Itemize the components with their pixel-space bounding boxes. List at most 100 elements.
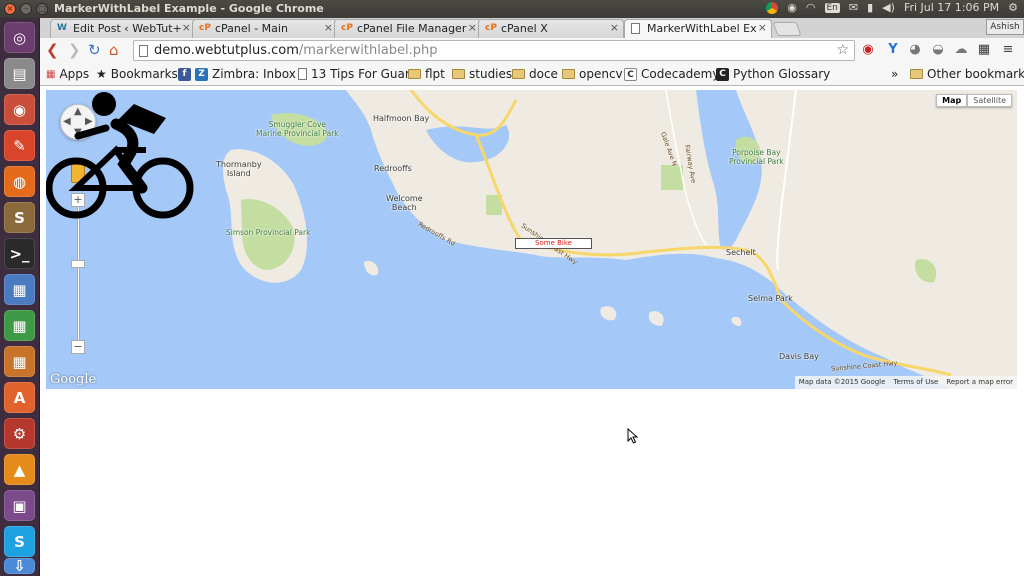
zoom-out-button[interactable]: − [71,340,85,354]
mail-icon[interactable]: ✉ [849,1,858,14]
keyboard-layout-indicator[interactable]: En [824,2,840,13]
home-icon[interactable]: ⌂ [109,42,119,58]
new-tab-button[interactable] [772,22,802,36]
zoom-slider-thumb[interactable] [71,260,85,268]
chrome-icon[interactable]: ◉ [4,94,35,125]
ubuntu-dash-icon[interactable]: ◎ [4,22,35,53]
software-center-icon[interactable]: A [4,382,35,413]
y-extension-icon[interactable]: Y [885,42,901,58]
workspace-icon[interactable]: ▣ [4,490,35,521]
page-icon [298,68,307,80]
bookmark-label: 13 Tips For Guara [311,67,418,81]
tab-strip: W Edit Post ‹ WebTut+ × cP cPanel - Main… [40,18,1024,38]
globe-extension-icon[interactable]: ◕ [907,42,923,58]
bookmarks-overflow-button[interactable]: » [891,67,898,81]
close-icon[interactable]: × [182,21,191,34]
tab-markerwithlabel[interactable]: MarkerWithLabel Ex × [624,19,772,38]
island [731,316,742,326]
cpanel-icon: cP [341,23,353,33]
tab-cpanel-x[interactable]: cP cPanel X × [478,19,624,38]
google-map[interactable]: Halfmoon Bay Smuggler Cove Marine Provin… [46,90,1017,389]
sublime-icon[interactable]: S [4,202,35,233]
browser-window: W Edit Post ‹ WebTut+ × cP cPanel - Main… [40,18,1024,86]
settings-icon[interactable]: ⚙ [4,418,35,449]
bookmark-doce[interactable]: doce [512,67,558,81]
bookmark-label: Codecademy [641,67,720,81]
cloud-extension-icon[interactable]: ☁ [953,42,969,58]
gear-icon[interactable]: ⚙ [1008,1,1018,14]
codecademy-icon: C [624,67,637,81]
map-type-map-button[interactable]: Map [936,94,968,107]
vlc-icon[interactable]: ▲ [4,454,35,485]
close-icon[interactable]: × [758,21,767,34]
bicycle-marker-icon[interactable] [46,90,198,220]
tab-label: cPanel - Main [215,22,288,35]
bookmark-13-tips[interactable]: 13 Tips For Guara [298,67,417,81]
window-maximize-button[interactable]: □ [36,3,48,15]
bookmark-label: doce [529,67,558,81]
cpanel-icon: cP [199,23,211,33]
alien-extension-icon[interactable]: ◒ [930,42,946,58]
terms-of-use-link[interactable]: Terms of Use [893,378,938,387]
bookmark-star-icon[interactable]: ☆ [836,42,849,58]
bookmark-label: opencv [579,67,623,81]
downloads-icon[interactable]: ⇩ [4,557,35,575]
bookmark-zimbra[interactable]: f Z Zimbra: Inbox [178,67,296,81]
report-map-error-link[interactable]: Report a map error [946,378,1013,387]
map-type-satellite-button[interactable]: Satellite [967,94,1012,107]
forward-button[interactable]: ❯ [68,42,81,58]
bookmark-codecademy[interactable]: C Codecademy [624,67,719,81]
wifi-icon[interactable]: ◠ [806,1,816,14]
close-icon[interactable]: × [324,21,333,34]
tab-cpanel-main[interactable]: cP cPanel - Main × [192,19,338,38]
volume-icon[interactable]: ◀) [882,1,895,14]
tab-label: Edit Post ‹ WebTut+ [73,22,182,35]
close-icon[interactable]: × [610,21,619,34]
bookmark-studies[interactable]: studies [452,67,512,81]
window-minimize-button[interactable]: – [20,3,32,15]
close-icon[interactable]: × [468,21,477,34]
park-area [661,165,683,190]
chrome-tray-icon[interactable] [766,1,779,14]
tab-edit-post[interactable]: W Edit Post ‹ WebTut+ × [50,19,196,38]
tab-label: cPanel X [501,22,548,35]
battery-icon[interactable]: ▮ [867,1,873,14]
other-bookmarks[interactable]: Other bookmarks [910,67,1024,81]
bookmark-flpt[interactable]: flpt [408,67,445,81]
impress-icon[interactable]: ▦ [4,346,35,377]
gedit-icon[interactable]: ✎ [4,130,35,161]
bookmark-label: Apps [59,67,90,81]
window-close-button[interactable]: × [4,3,16,15]
bookmark-bookmarks[interactable]: ★ Bookmarks [96,67,178,81]
bookmark-opencv[interactable]: opencv [562,67,623,81]
calc-icon[interactable]: ▦ [4,310,35,341]
mouse-cursor-icon [627,428,639,444]
label-sechelt: Sechelt [726,248,756,257]
opera-extension-icon[interactable]: ◉ [860,42,876,58]
label-smuggler-cove: Smuggler Cove Marine Provincial Park [256,120,339,138]
writer-icon[interactable]: ▦ [4,274,35,305]
clock[interactable]: Fri Jul 17 1:06 PM [904,1,999,14]
profile-button[interactable]: Ashish [986,19,1024,35]
page-content: Halfmoon Bay Smuggler Cove Marine Provin… [40,86,1024,576]
bookmark-apps[interactable]: ▦ Apps [46,67,89,81]
skype-icon[interactable]: S [4,526,35,557]
files-icon[interactable]: ▤ [4,58,35,89]
reload-icon[interactable]: ↻ [88,42,101,58]
python-icon: C [716,67,729,81]
bookmark-python-glossary[interactable]: C Python Glossary [716,67,830,81]
address-bar[interactable]: demo.webtutplus.com/markerwithlabel.php … [133,40,855,61]
back-button[interactable]: ❮ [46,42,59,58]
terminal-icon[interactable]: >_ [4,238,35,269]
page-icon [139,45,148,57]
island [600,306,617,321]
tab-cpanel-file-manager[interactable]: cP cPanel File Manager × [334,19,482,38]
label-davis-bay: Davis Bay [779,352,819,361]
window-controls: × – □ [4,3,48,15]
menu-icon[interactable]: ≡ [1000,42,1016,58]
skype-tray-icon[interactable]: ◉ [787,1,797,14]
grid-extension-icon[interactable]: ▦ [976,42,992,58]
zoom-slider-track[interactable] [77,200,80,348]
firefox-icon[interactable]: ◍ [4,166,35,197]
google-logo[interactable]: Google [50,372,96,387]
